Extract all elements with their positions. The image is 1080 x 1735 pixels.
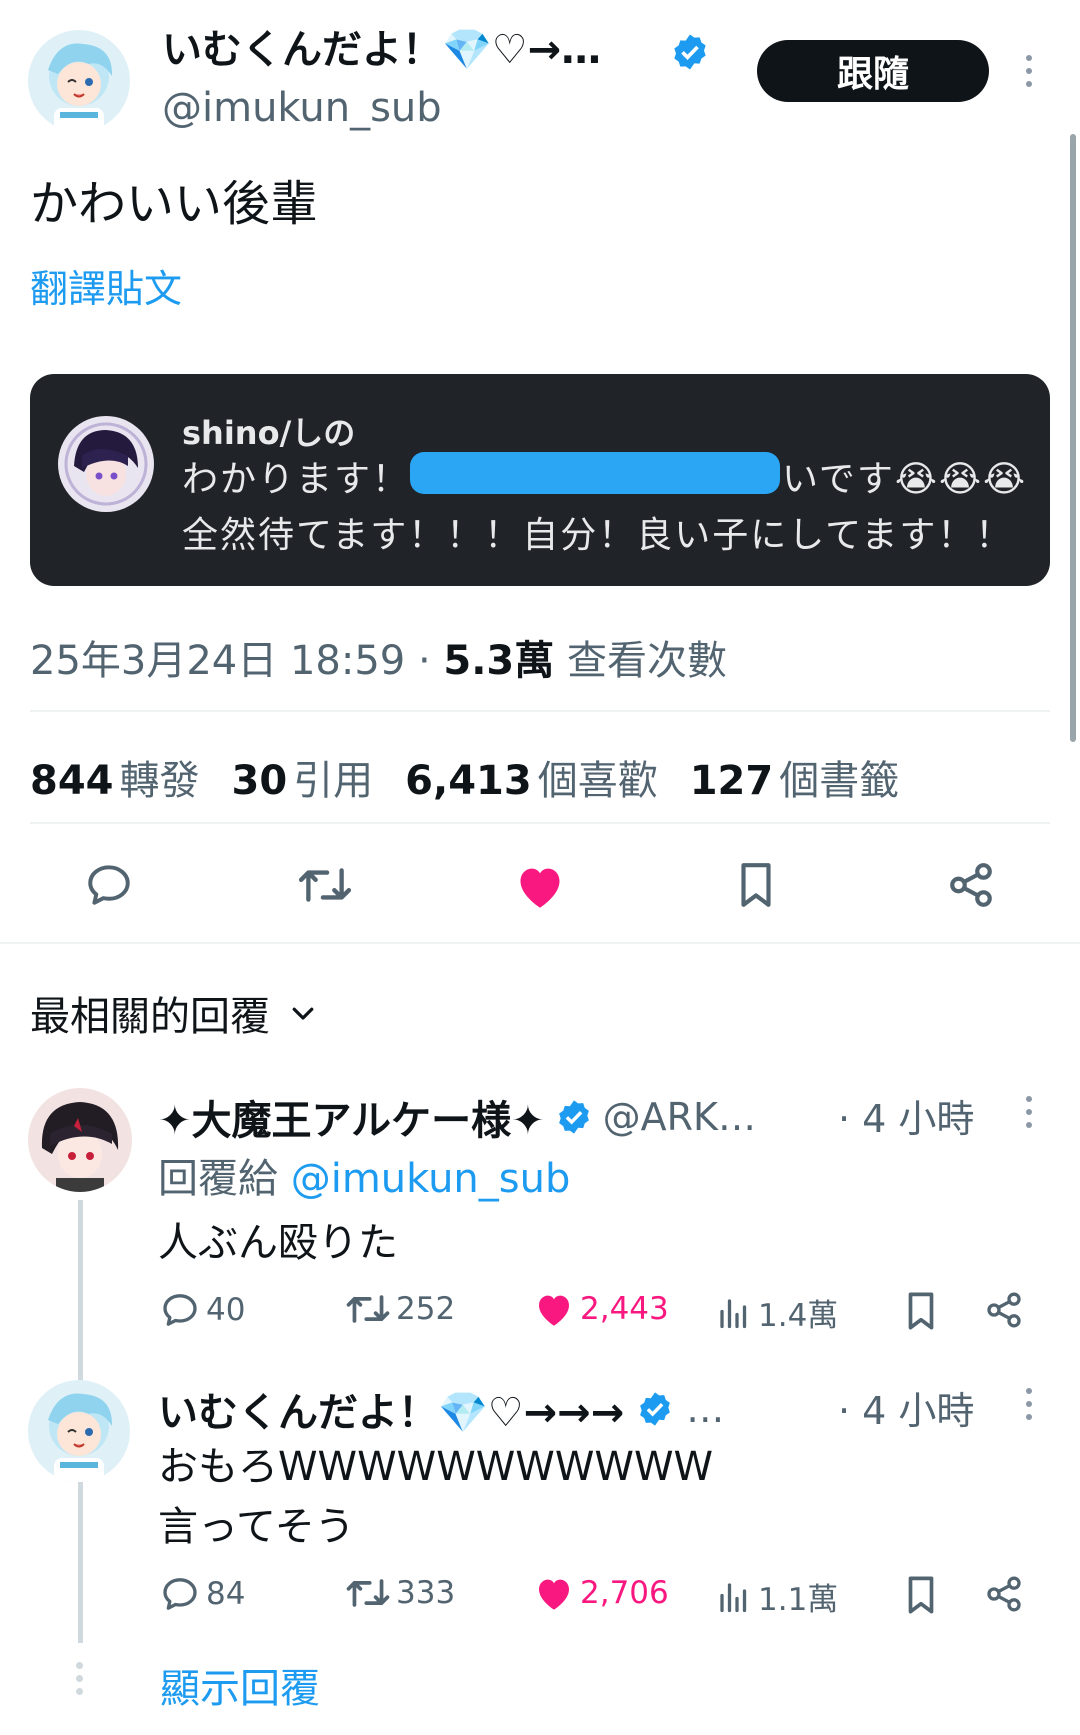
reposts-stat[interactable]: 844 轉發 bbox=[30, 748, 200, 806]
avatar-illustration-icon bbox=[58, 416, 154, 512]
reply-author-name[interactable]: ✦大魔王アルケー様✦ bbox=[158, 1088, 545, 1146]
likes-stat[interactable]: 6,413 個喜歡 bbox=[405, 748, 658, 806]
reply-to-prefix: 回覆給 bbox=[158, 1156, 278, 1202]
retweet-icon bbox=[346, 1295, 390, 1323]
quote-author-avatar bbox=[58, 416, 154, 512]
reply-header: いむくんだよ！💎♡→→→ … bbox=[158, 1380, 724, 1438]
more-options-icon[interactable] bbox=[1026, 1096, 1032, 1128]
comment-icon bbox=[163, 1578, 197, 1610]
reply-retweet-count[interactable]: 252 bbox=[346, 1290, 455, 1328]
chevron-down-icon bbox=[292, 1007, 314, 1020]
reply-avatar[interactable] bbox=[28, 1380, 130, 1482]
quote-text-start: わかります！ bbox=[182, 459, 411, 500]
reply-like-count[interactable]: 2,706 bbox=[534, 1574, 669, 1612]
analytics-icon bbox=[720, 1582, 747, 1612]
heart-filled-icon bbox=[539, 1295, 569, 1326]
avatar-illustration-icon bbox=[28, 30, 130, 132]
reply-time[interactable]: · 4 小時 bbox=[838, 1380, 974, 1435]
stats-row: 844 轉發 30 引用 6,413 個喜歡 127 個書籤 bbox=[30, 748, 899, 806]
show-replies-link[interactable]: 顯示回覆 bbox=[160, 1656, 320, 1714]
quote-author-name: shino/しの bbox=[182, 414, 356, 452]
heart-filled-icon bbox=[539, 1579, 569, 1610]
comment-icon bbox=[88, 865, 130, 905]
retweet-icon bbox=[346, 1579, 390, 1607]
share-icon bbox=[987, 1576, 1021, 1612]
post-text: かわいい後輩 bbox=[30, 176, 319, 232]
analytics-icon bbox=[720, 1298, 747, 1328]
verified-badge-icon bbox=[670, 32, 710, 72]
reply-text: 人ぶん殴りた bbox=[158, 1220, 398, 1266]
share-icon bbox=[987, 1292, 1021, 1328]
reply-header: ✦大魔王アルケー様✦ @ARK… bbox=[158, 1088, 756, 1146]
quote-text-line2: 全然待てます！！！自分！良い子にしてます！！ bbox=[182, 515, 1014, 556]
quoted-post-card[interactable]: shino/しの わかります！ いです😭😭😭 全然待てます！！！自分！良い子にし… bbox=[30, 374, 1050, 586]
reply-bookmark-button[interactable] bbox=[904, 1574, 938, 1620]
reply-text-line1: おもろWWWWWWWWWWW bbox=[158, 1444, 714, 1490]
divider bbox=[30, 710, 1050, 712]
bookmark-icon bbox=[908, 1292, 934, 1330]
share-action[interactable] bbox=[946, 860, 996, 914]
reply-to: 回覆給 @imukun_sub bbox=[158, 1146, 570, 1204]
comment-icon bbox=[163, 1294, 197, 1326]
reply-bookmark-button[interactable] bbox=[904, 1290, 938, 1336]
bookmark-action[interactable] bbox=[736, 860, 776, 914]
author-handle[interactable]: @imukun_sub bbox=[162, 88, 442, 128]
post-timestamp[interactable]: 25年3月24日 18:59 bbox=[30, 638, 405, 684]
bookmark-icon bbox=[908, 1576, 934, 1614]
heart-filled-icon bbox=[520, 868, 560, 908]
avatar-illustration-icon bbox=[28, 1088, 132, 1192]
share-icon bbox=[950, 863, 992, 907]
redaction-scribble bbox=[410, 452, 780, 494]
reply-view-count[interactable]: 1.4萬 bbox=[716, 1290, 838, 1335]
more-options-icon[interactable] bbox=[1026, 1388, 1032, 1420]
like-action[interactable] bbox=[514, 862, 566, 914]
divider bbox=[30, 822, 1050, 824]
reply-author-handle[interactable]: … bbox=[686, 1387, 724, 1431]
more-options-icon[interactable] bbox=[1026, 55, 1032, 87]
reply-comment-count[interactable]: 84 bbox=[160, 1574, 245, 1614]
bookmarks-stat[interactable]: 127 個書籤 bbox=[690, 748, 900, 806]
reply-share-button[interactable] bbox=[984, 1290, 1024, 1334]
reply-time[interactable]: · 4 小時 bbox=[838, 1088, 974, 1143]
verified-badge-icon bbox=[558, 1100, 589, 1134]
author-name[interactable]: いむくんだよ！💎♡→… bbox=[162, 30, 601, 70]
reply-like-count[interactable]: 2,443 bbox=[534, 1290, 669, 1328]
replies-sort-label: 最相關的回覆 bbox=[30, 994, 270, 1040]
quote-text-end: いです😭😭😭 bbox=[782, 459, 1028, 500]
reply-author-handle[interactable]: @ARK… bbox=[603, 1095, 756, 1139]
thread-dots-icon bbox=[76, 1662, 83, 1695]
follow-button[interactable]: 跟隨 bbox=[757, 40, 989, 102]
bookmark-icon bbox=[741, 863, 771, 907]
avatar-illustration-icon bbox=[28, 1380, 130, 1482]
reply-to-handle[interactable]: @imukun_sub bbox=[291, 1156, 571, 1202]
reply-share-button[interactable] bbox=[984, 1574, 1024, 1618]
reply-text-line2: 言ってそう bbox=[158, 1504, 355, 1550]
scrollbar-thumb[interactable] bbox=[1070, 134, 1076, 742]
author-avatar[interactable] bbox=[28, 30, 130, 132]
replies-sort-dropdown[interactable]: 最相關的回覆 bbox=[30, 984, 318, 1042]
meta-separator: · bbox=[417, 638, 431, 684]
views-label: 查看次數 bbox=[566, 638, 727, 684]
retweet-icon bbox=[298, 868, 352, 902]
translate-post-link[interactable]: 翻譯貼文 bbox=[30, 258, 182, 313]
reply-comment-count[interactable]: 40 bbox=[160, 1290, 245, 1330]
post-meta: 25年3月24日 18:59 · 5.3萬 查看次數 bbox=[30, 628, 727, 686]
verified-badge-icon bbox=[640, 1392, 671, 1426]
views-count: 5.3萬 bbox=[443, 638, 555, 684]
quotes-stat[interactable]: 30 引用 bbox=[232, 748, 374, 806]
retweet-action[interactable] bbox=[298, 862, 352, 912]
reply-author-name[interactable]: いむくんだよ！💎♡→→→ bbox=[158, 1380, 624, 1438]
reply-view-count[interactable]: 1.1萬 bbox=[716, 1574, 838, 1619]
reply-retweet-count[interactable]: 333 bbox=[346, 1574, 455, 1612]
section-divider bbox=[0, 942, 1080, 944]
reply-action[interactable] bbox=[84, 860, 134, 914]
reply-avatar[interactable] bbox=[28, 1088, 132, 1192]
